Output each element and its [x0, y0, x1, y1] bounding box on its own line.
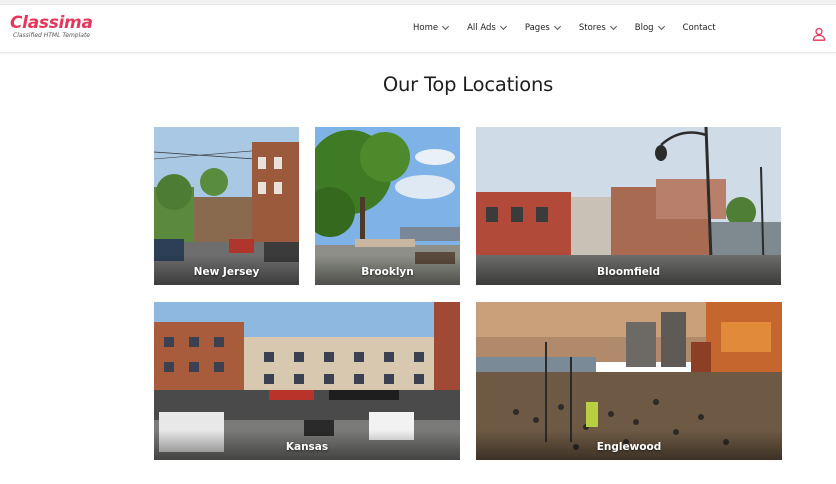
- chevron-down-icon: [657, 22, 665, 31]
- nav-label: Contact: [682, 23, 716, 33]
- section-title: Our Top Locations: [382, 73, 554, 96]
- site-logo[interactable]: Classima Classified HTML Template: [10, 14, 93, 40]
- chevron-down-icon: [499, 22, 507, 31]
- chevron-down-icon: [609, 22, 617, 31]
- location-card-new-jersey[interactable]: New Jersey: [154, 127, 299, 285]
- nav-item-contact[interactable]: Contact: [683, 23, 716, 33]
- location-name: Bloomfield: [597, 266, 660, 278]
- nav-item-all-ads[interactable]: All Ads: [467, 22, 507, 33]
- location-card-brooklyn[interactable]: Brooklyn: [315, 127, 460, 285]
- user-icon[interactable]: [812, 27, 826, 41]
- location-name: New Jersey: [193, 266, 260, 278]
- location-card-bloomfield[interactable]: Bloomfield: [476, 127, 781, 285]
- nav-item-blog[interactable]: Blog: [634, 22, 665, 33]
- logo-text: Classima: [10, 13, 93, 33]
- nav-item-home[interactable]: Home: [413, 22, 450, 33]
- location-name: Englewood: [596, 441, 662, 453]
- nav-label: Blog: [634, 23, 654, 33]
- nav-label: Home: [413, 23, 439, 33]
- chevron-down-icon: [553, 22, 561, 31]
- location-card-kansas[interactable]: Kansas: [154, 302, 460, 460]
- location-card-englewood[interactable]: Englewood: [476, 302, 782, 460]
- site-header: Classima Classified HTML Template Home A…: [0, 5, 836, 53]
- chevron-down-icon: [442, 22, 450, 31]
- main-nav: Home All Ads Pages Stores Blog Contact: [413, 22, 716, 33]
- location-name: Kansas: [285, 441, 329, 453]
- nav-item-pages[interactable]: Pages: [524, 22, 561, 33]
- nav-label: Pages: [524, 23, 550, 33]
- logo-tagline: Classified HTML Template: [13, 32, 90, 39]
- location-name: Brooklyn: [361, 266, 414, 278]
- nav-item-stores[interactable]: Stores: [578, 22, 617, 33]
- nav-label: Stores: [578, 23, 606, 33]
- nav-label: All Ads: [467, 23, 496, 33]
